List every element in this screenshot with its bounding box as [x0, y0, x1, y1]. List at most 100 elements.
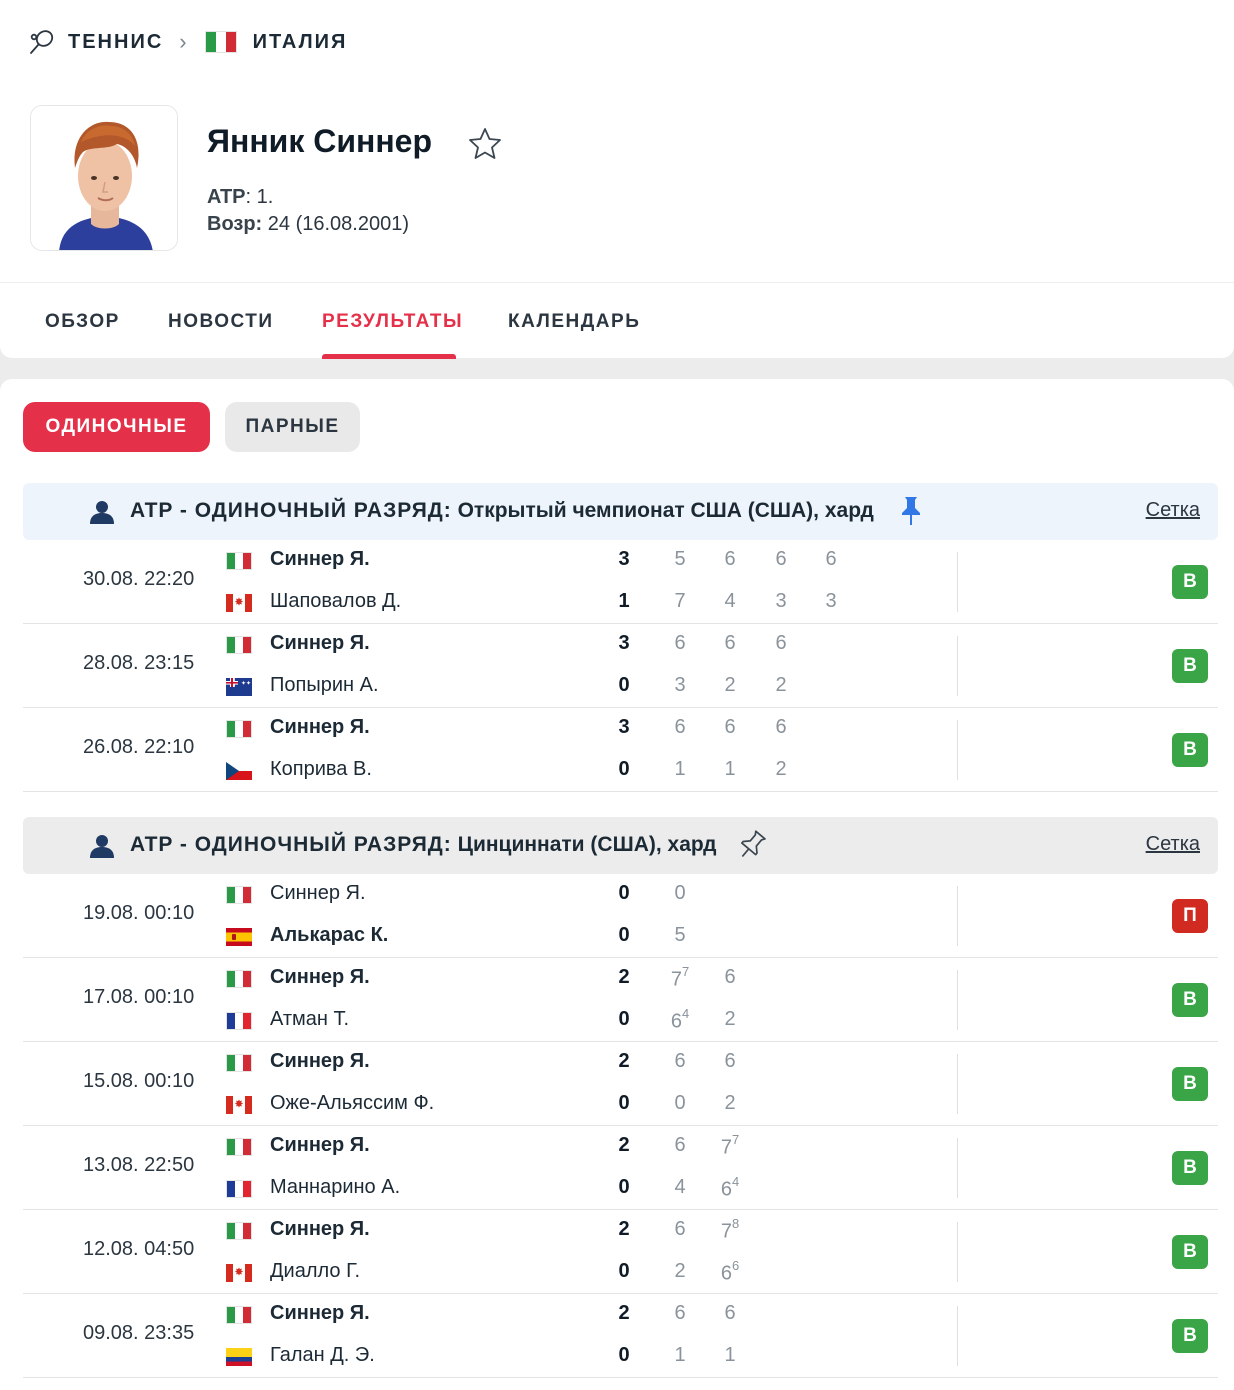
match-row[interactable]: 15.08. 00:10Синнер Я.266Оже-Альяссим Ф.0…: [23, 1042, 1218, 1126]
sets-won: 2: [618, 1218, 630, 1240]
player-name[interactable]: Синнер Я.: [270, 1218, 370, 1241]
player-name[interactable]: Синнер Я.: [270, 716, 370, 739]
set-games: 6: [674, 1134, 686, 1156]
tab-news[interactable]: НОВОСТИ: [168, 311, 274, 333]
tournament-category: ATP - ОДИНОЧНЫЙ РАЗРЯД:: [130, 499, 452, 522]
result-badge: В: [1172, 733, 1208, 767]
player-name[interactable]: Шаповалов Д.: [270, 590, 401, 613]
set-games: 5: [674, 924, 686, 946]
participant-row: Синнер Я. 3 5 6 6 6: [23, 548, 1218, 578]
tab-results[interactable]: РЕЗУЛЬТАТЫ: [322, 311, 463, 333]
participant-row: Синнер Я. 2 6 77: [23, 1132, 1218, 1164]
sets-won: 2: [618, 1050, 630, 1072]
player-ranking: ATP: 1.: [207, 186, 273, 209]
match-row[interactable]: 17.08. 00:10 Синнер Я. 2 77 6 Атман Т. 0 64 2 В: [23, 958, 1218, 1042]
match-row[interactable]: 19.08. 00:10 Синнер Я. 0 0 Алькарас К. 0 5 П: [23, 874, 1218, 958]
tab-calendar[interactable]: КАЛЕНДАРЬ: [508, 311, 640, 333]
player-name[interactable]: Атман Т.: [270, 1008, 349, 1031]
player-name[interactable]: Синнер Я.: [270, 1134, 370, 1157]
pin-outline-icon[interactable]: [735, 828, 766, 862]
column-divider: [957, 1138, 958, 1198]
player-name[interactable]: Попырин А.: [270, 674, 379, 697]
draw-link[interactable]: Сетка: [1146, 499, 1200, 522]
participant-row: Синнер Я. 2 6 6: [23, 1302, 1218, 1332]
set-games: 6: [775, 548, 787, 570]
participant-row: Атман Т. 0 64 2: [23, 1006, 1218, 1038]
sets-won: 0: [618, 1176, 630, 1198]
set-games: 6: [724, 1050, 736, 1072]
filter-singles-button[interactable]: ОДИНОЧНЫЕ: [23, 402, 210, 452]
match-row[interactable]: 13.08. 22:50 Синнер Я. 2 6 77 Маннарино А. 0 4 6…: [23, 1126, 1218, 1210]
match-row[interactable]: 28.08. 23:15Синнер Я.3666Попырин А.0322В: [23, 624, 1218, 708]
breadcrumb-country[interactable]: ИТАЛИЯ: [253, 31, 348, 54]
player-name[interactable]: Оже-Альяссим Ф.: [270, 1092, 434, 1115]
player-name[interactable]: Диалло Г.: [270, 1260, 360, 1283]
breadcrumb: ТЕННИС › ИТАЛИЯ: [28, 26, 347, 58]
set-games: 2: [674, 1260, 686, 1282]
set-score: 6: [766, 548, 796, 571]
set-games: 6: [724, 548, 736, 570]
set-games: 6: [724, 632, 736, 654]
set-score: 6: [665, 1134, 695, 1157]
player-name[interactable]: Маннарино А.: [270, 1176, 400, 1199]
participant-row: Алькарас К. 0 5: [23, 924, 1218, 954]
set-score: 6: [665, 1302, 695, 1325]
breadcrumb-sport[interactable]: ТЕННИС: [68, 31, 163, 54]
set-score: 5: [665, 548, 695, 571]
tournament-title[interactable]: ATP - ОДИНОЧНЫЙ РАЗРЯД: Открытый чемпион…: [130, 499, 874, 523]
tournament-title[interactable]: ATP - ОДИНОЧНЫЙ РАЗРЯД: Цинциннати (США)…: [130, 833, 717, 857]
draw-link[interactable]: Сетка: [1146, 833, 1200, 856]
tiebreak-score: 7: [681, 964, 690, 979]
set-games: 4: [724, 590, 736, 612]
match-row[interactable]: 26.08. 22:10 Синнер Я. 3 6 6 6 Коприва В. 0 1 1 2 В: [23, 708, 1218, 792]
player-name[interactable]: Синнер Я.: [270, 632, 370, 655]
chevron-right-icon: ›: [179, 29, 189, 54]
player-name[interactable]: Синнер Я.: [270, 1302, 370, 1325]
set-games: 6: [674, 1050, 686, 1072]
tab-overview[interactable]: ОБЗОР: [45, 311, 120, 333]
atp-value: : 1.: [245, 186, 274, 208]
match-row[interactable]: 09.08. 23:35 Синнер Я. 2 6 6 Галан Д. Э. 0 1 1 В: [23, 1294, 1218, 1378]
set-games: 6: [670, 1010, 682, 1033]
pin-filled-icon[interactable]: [898, 494, 924, 528]
set-score: 78: [715, 1216, 745, 1244]
set-games: 0: [674, 882, 686, 904]
player-avatar: [30, 105, 178, 251]
set-games: 6: [775, 632, 787, 654]
set-score: 64: [665, 1006, 695, 1034]
player-name[interactable]: Синнер Я.: [270, 882, 366, 905]
participant-row: Галан Д. Э. 0 1 1: [23, 1344, 1218, 1374]
star-outline-icon[interactable]: [466, 126, 504, 162]
participant-row: Попырин А. 0 3 2 2: [23, 674, 1218, 704]
sets-won: 0: [618, 758, 630, 780]
set-games: 5: [674, 548, 686, 570]
tournament-name: Открытый чемпионат США (США), хард: [451, 499, 874, 522]
set-score: 6: [715, 716, 745, 739]
set-games: 6: [724, 1302, 736, 1324]
filter-doubles-button[interactable]: ПАРНЫЕ: [225, 402, 360, 452]
sets-won: 0: [618, 1092, 630, 1114]
flag-co-icon: [226, 1348, 252, 1366]
flag-it-icon: [226, 1222, 252, 1240]
sets-won: 2: [618, 966, 630, 988]
player-name[interactable]: Синнер Я.: [270, 966, 370, 989]
participant-row: Шаповалов Д. 1 7 4 3 3: [23, 590, 1218, 620]
flag-ca-icon: [226, 594, 252, 612]
player-name[interactable]: Коприва В.: [270, 758, 372, 781]
set-score: 6: [715, 966, 745, 989]
player-name[interactable]: Синнер Я.: [270, 548, 370, 571]
set-games: 2: [775, 674, 787, 696]
player-name[interactable]: Галан Д. Э.: [270, 1344, 375, 1367]
age-value: 24 (16.08.2001): [262, 213, 409, 235]
tiebreak-score: 4: [731, 1174, 740, 1189]
player-name[interactable]: Синнер Я.: [270, 1050, 370, 1073]
italy-flag-icon: [204, 31, 237, 53]
player-name[interactable]: Алькарас К.: [270, 924, 388, 947]
participant-row: Синнер Я. 3 6 6 6: [23, 716, 1218, 746]
column-divider: [957, 1306, 958, 1366]
set-games: 1: [724, 758, 736, 780]
match-row[interactable]: 12.08. 04:50Синнер Я.2678Диалло Г.0266В: [23, 1210, 1218, 1294]
active-tab-indicator: [322, 354, 456, 359]
match-row[interactable]: 30.08. 22:20Синнер Я.35666Шаповалов Д.17…: [23, 540, 1218, 624]
set-games: 2: [724, 674, 736, 696]
